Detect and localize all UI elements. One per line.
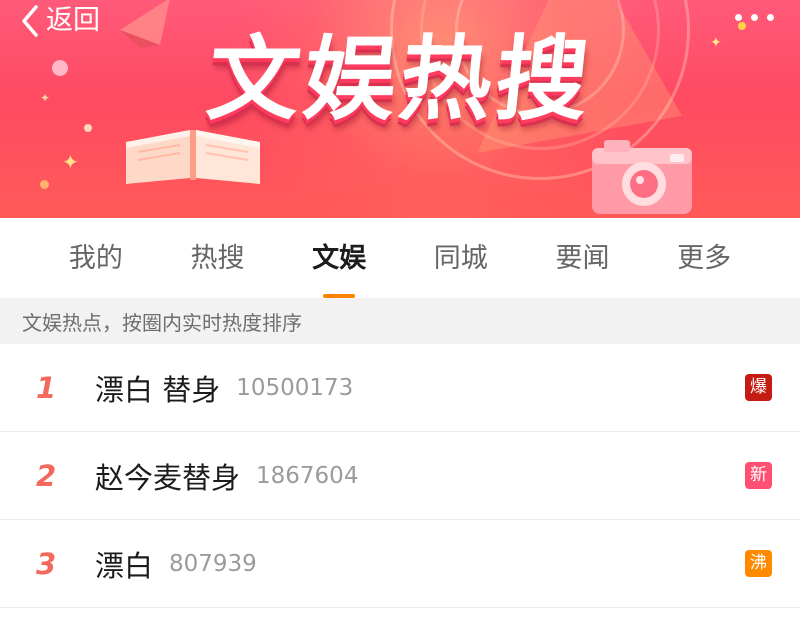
topic-title: 漂白 替身	[95, 372, 221, 407]
camera-icon	[592, 140, 692, 214]
hot-badge: 爆	[745, 373, 772, 401]
tab-local[interactable]: 同城	[434, 237, 488, 280]
sparkle-icon: ✦	[62, 150, 79, 174]
tab-entertainment[interactable]: 文娱	[312, 237, 366, 298]
back-label: 返回	[46, 5, 100, 36]
chevron-left-icon	[22, 5, 38, 37]
back-button[interactable]: 返回	[20, 4, 100, 38]
tab-news[interactable]: 要闻	[555, 237, 609, 280]
more-button[interactable]	[735, 14, 774, 21]
hot-search-list: 1 漂白 替身 10500173 爆 2 赵今麦替身 1867604 新 3 漂…	[0, 344, 800, 608]
rank-number: 1	[36, 370, 57, 405]
more-dots-icon	[767, 14, 774, 21]
header-banner: ✦ ✦ ✦ 文娱热搜 返回	[0, 0, 800, 218]
new-badge: 新	[745, 461, 772, 489]
tab-hot-search[interactable]: 热搜	[190, 237, 244, 280]
topic-title: 漂白	[95, 548, 154, 583]
tab-bar: 我的 热搜 文娱 同城 要闻 更多	[0, 218, 800, 298]
tab-mine[interactable]: 我的	[69, 237, 123, 280]
ranking-description-text: 文娱热点，按圈内实时热度排序	[22, 310, 302, 335]
ranking-description: 文娱热点，按圈内实时热度排序	[0, 298, 800, 344]
tab-more[interactable]: 更多	[677, 237, 731, 280]
boiling-badge: 沸	[745, 549, 772, 577]
list-item[interactable]: 2 赵今麦替身 1867604 新	[0, 432, 800, 520]
more-dots-icon	[751, 14, 758, 21]
list-item[interactable]: 1 漂白 替身 10500173 爆	[0, 344, 800, 432]
heat-count: 807939	[169, 550, 257, 577]
heat-count: 10500173	[236, 374, 354, 401]
heat-count: 1867604	[256, 462, 359, 489]
rank-number: 2	[36, 458, 57, 493]
topic-title: 赵今麦替身	[95, 460, 241, 495]
page-title: 文娱热搜	[202, 26, 598, 133]
rank-number: 3	[36, 546, 57, 581]
list-item[interactable]: 3 漂白 807939 沸	[0, 520, 800, 608]
bubble-decoration	[40, 180, 49, 189]
more-dots-icon	[735, 14, 742, 21]
bubble-decoration	[738, 22, 746, 30]
